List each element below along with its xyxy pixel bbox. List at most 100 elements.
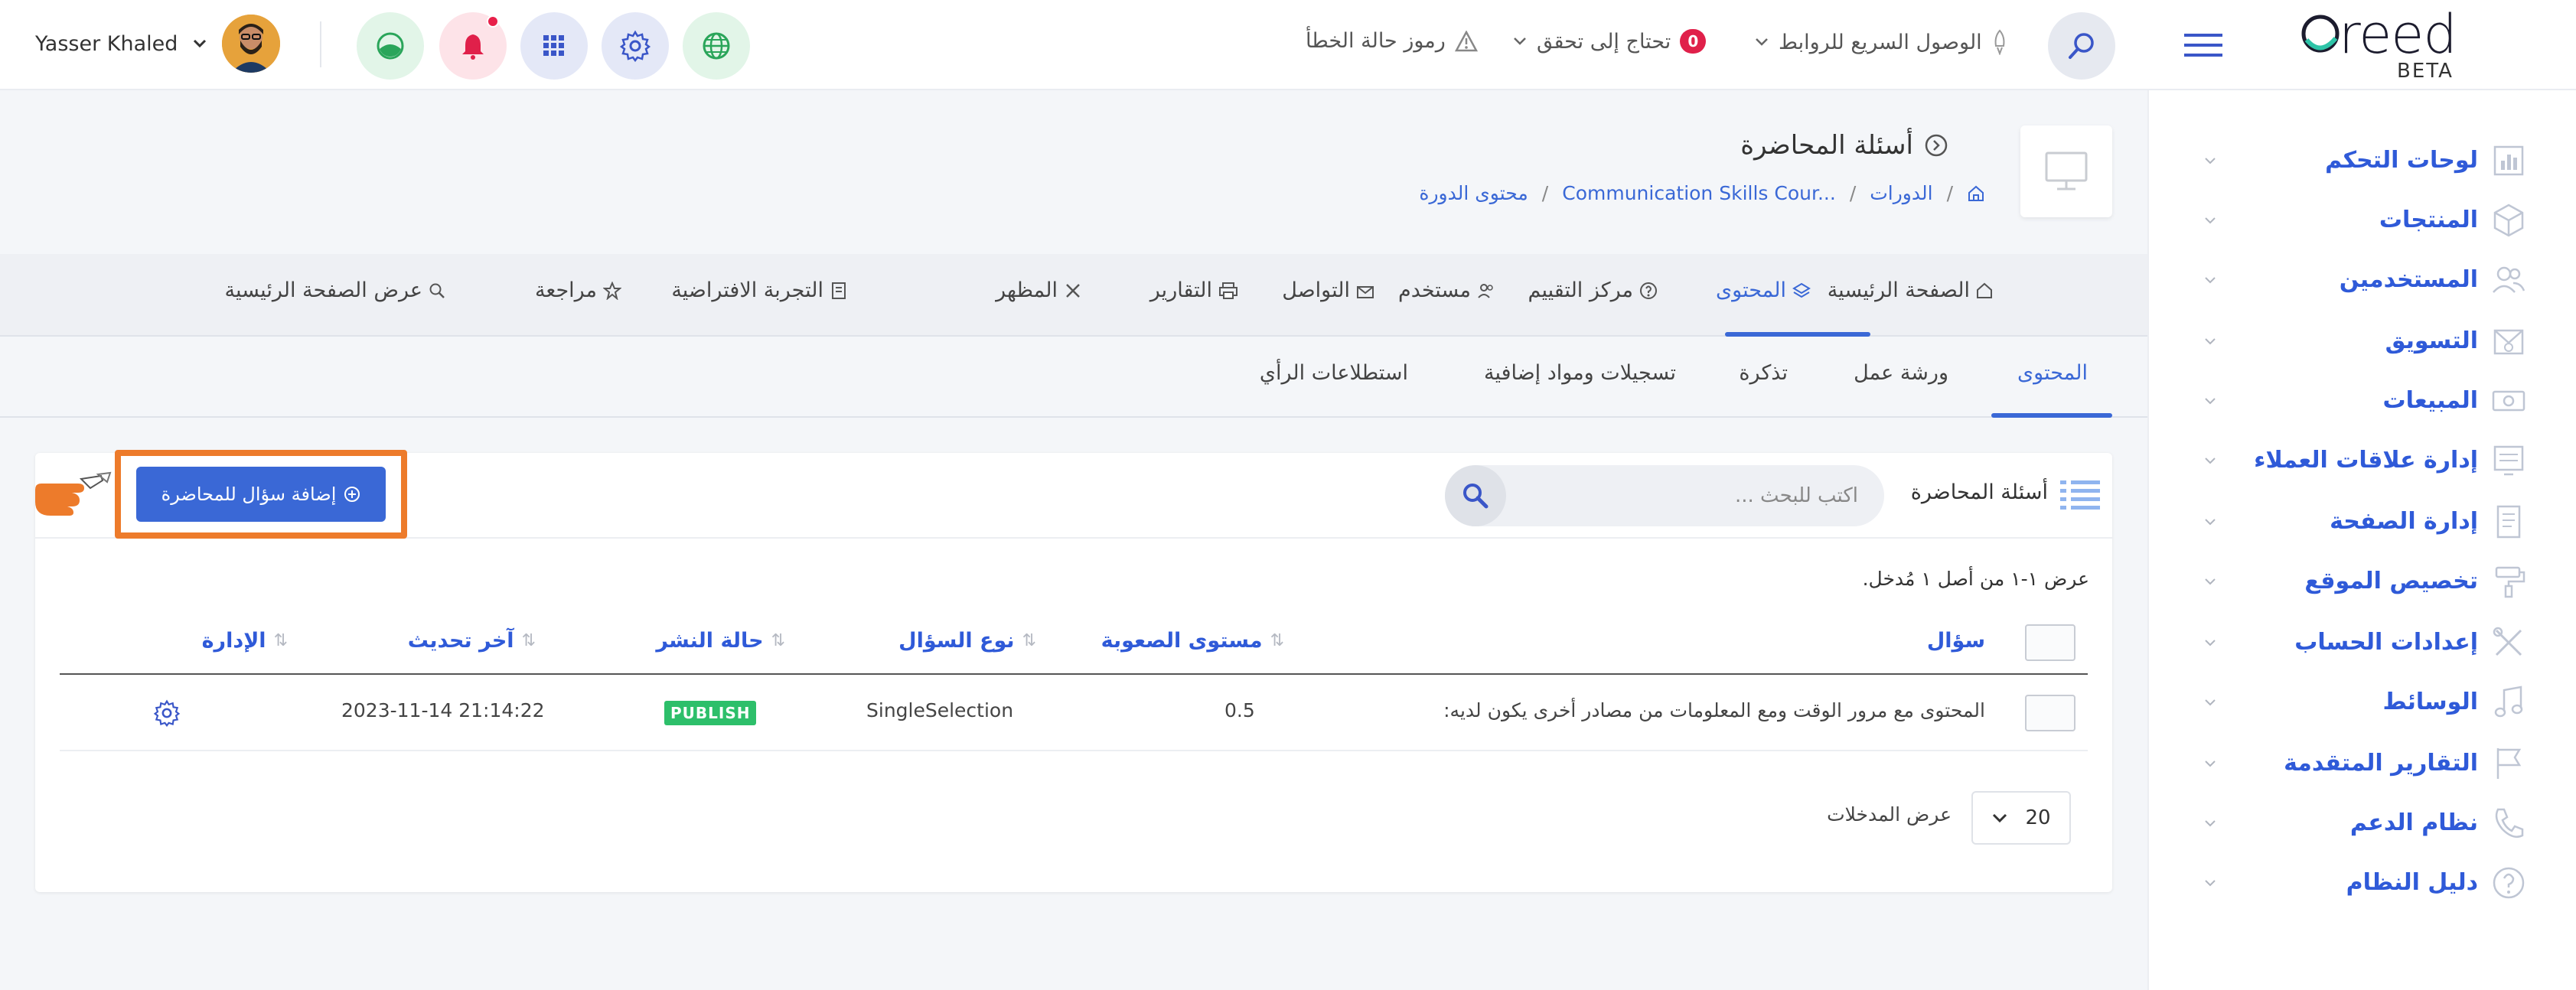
column-header-difficulty[interactable]: ⇅ مستوى الصعوبة xyxy=(1101,629,1284,653)
tab-label: الصفحة الرئيسية xyxy=(1827,278,1970,302)
apps-button[interactable] xyxy=(520,12,588,80)
cell-difficulty: 0.5 xyxy=(1224,699,1255,721)
page-icon xyxy=(2490,503,2527,540)
subtab-ticket[interactable]: تذكرة xyxy=(1739,361,1788,385)
logo-text[interactable]: reed xyxy=(2339,3,2457,66)
chevron-down-icon[interactable] xyxy=(2203,816,2218,831)
chevron-down-icon[interactable] xyxy=(2203,635,2218,650)
language-button[interactable] xyxy=(683,12,750,80)
chevron-down-icon xyxy=(1993,813,2007,823)
chevron-down-icon[interactable] xyxy=(2203,875,2218,891)
sidebar-item[interactable]: نظام الدعم xyxy=(2149,799,2576,848)
sidebar-item[interactable]: تخصيص الموقع xyxy=(2149,557,2576,606)
notification-dot xyxy=(487,15,499,28)
breadcrumb-item[interactable]: محتوى الدورة xyxy=(1419,182,1528,204)
column-header-updated[interactable]: ⇅ آخر تحديث xyxy=(408,629,536,653)
sidebar-item[interactable]: الوسائط xyxy=(2149,678,2576,727)
tab-view-homepage[interactable]: عرض الصفحة الرئيسية xyxy=(224,278,445,302)
chevron-down-icon[interactable] xyxy=(2203,453,2218,468)
tab-reports[interactable]: التقارير xyxy=(1150,278,1238,302)
column-header-question[interactable]: سؤال xyxy=(1927,629,1985,653)
sidebar-item-label: الوسائط xyxy=(2382,689,2478,715)
sidebar-item[interactable]: المستخدمين xyxy=(2149,256,2576,304)
sidebar-item[interactable]: المنتجات xyxy=(2149,196,2576,245)
sidebar-item[interactable]: دليل النظام xyxy=(2149,858,2576,907)
entries-info: عرض ١-١ من أصل ١ مُدخل. xyxy=(1862,568,2089,590)
subtab-workshop[interactable]: ورشة عمل xyxy=(1854,361,1948,385)
column-header-label: سؤال xyxy=(1926,629,1985,653)
sidebar-item[interactable]: التسويق xyxy=(2149,317,2576,366)
chevron-down-icon[interactable] xyxy=(2203,574,2218,589)
row-settings-gear-icon[interactable] xyxy=(153,699,181,727)
grid-icon xyxy=(543,35,564,56)
tab-assessment-center[interactable]: مركز التقييم xyxy=(1528,278,1658,302)
chevron-down-icon[interactable] xyxy=(2203,695,2218,710)
menu-toggle-icon[interactable] xyxy=(2184,32,2222,58)
cell-question[interactable]: المحتوى مع مرور الوقت ومع المعلومات من م… xyxy=(1443,699,1985,721)
tab-label: التقارير xyxy=(1149,278,1212,302)
list-icon xyxy=(2060,479,2100,510)
notifications-button[interactable] xyxy=(439,12,507,80)
select-all-checkbox[interactable] xyxy=(2025,624,2075,661)
home-icon[interactable] xyxy=(1967,184,1985,203)
column-header-label: نوع السؤال xyxy=(898,629,1015,653)
quick-links-link[interactable]: الوصول السريع للروابط xyxy=(1754,29,2008,55)
tools-icon xyxy=(2490,624,2527,661)
tab-review[interactable]: مراجعة xyxy=(535,278,621,302)
tab-virtual-experience[interactable]: التجربة الافتراضية xyxy=(671,278,848,302)
column-header-status[interactable]: ⇅ حالة النشر xyxy=(656,629,785,653)
tab-appearance[interactable]: المظهر xyxy=(996,278,1082,302)
row-checkbox[interactable] xyxy=(2025,695,2075,731)
chevron-down-icon[interactable] xyxy=(2203,393,2218,409)
column-header-manage[interactable]: ⇅ الإدارة xyxy=(202,629,288,653)
global-search-button[interactable] xyxy=(2048,12,2115,80)
sidebar-item[interactable]: إعدادات الحساب xyxy=(2149,618,2576,667)
sidebar-item[interactable]: إدارة علاقات العملاء xyxy=(2149,436,2576,485)
chevron-down-icon[interactable] xyxy=(191,35,208,52)
status-button[interactable] xyxy=(357,12,424,80)
sidebar-item[interactable]: المبيعات xyxy=(2149,376,2576,425)
tab-user[interactable]: مستخدم xyxy=(1398,278,1495,302)
subtab-polls[interactable]: استطلاعات الرأي xyxy=(1260,361,1408,385)
back-arrow-icon[interactable] xyxy=(1924,133,1948,158)
tab-label: المظهر xyxy=(996,278,1058,302)
avatar[interactable] xyxy=(222,15,280,73)
breadcrumb-item[interactable]: Communication Skills Cour... xyxy=(1562,182,1836,204)
add-question-button[interactable]: إضافة سؤال للمحاضرة xyxy=(136,467,386,522)
tab-communication[interactable]: التواصل xyxy=(1282,278,1374,302)
page-icon-box xyxy=(2020,125,2112,217)
breadcrumb-separator: / xyxy=(1541,182,1549,204)
tab-home[interactable]: الصفحة الرئيسية xyxy=(1828,278,1993,302)
subtab-recordings[interactable]: تسجيلات ومواد إضافية xyxy=(1484,361,1676,385)
cash-icon xyxy=(2490,383,2527,419)
chevron-down-icon[interactable] xyxy=(2203,213,2218,228)
per-page-select[interactable]: 20 xyxy=(1971,791,2071,845)
search-button[interactable] xyxy=(1445,465,1506,526)
chevron-down-icon[interactable] xyxy=(2203,153,2218,168)
chevron-down-icon[interactable] xyxy=(2203,334,2218,349)
chevron-down-icon[interactable] xyxy=(2203,514,2218,529)
gear-icon xyxy=(619,30,651,62)
top-bar: Yasser Khaled رموز حالة الخطأ 0 تحتاج إل… xyxy=(0,0,2576,90)
column-header-type[interactable]: ⇅ نوع السؤال xyxy=(898,629,1036,653)
column-header-label: آخر تحديث xyxy=(407,629,514,653)
chevron-down-icon[interactable] xyxy=(2203,272,2218,288)
user-name[interactable]: Yasser Khaled xyxy=(35,32,178,56)
sidebar-item[interactable]: التقارير المتقدمة xyxy=(2149,739,2576,788)
error-codes-label: رموز حالة الخطأ xyxy=(1306,29,1446,53)
settings-button[interactable] xyxy=(602,12,669,80)
needs-check-link[interactable]: 0 تحتاج إلى تحقق xyxy=(1512,29,1707,54)
sidebar-item-label: إعدادات الحساب xyxy=(2294,629,2478,656)
flag-icon xyxy=(2490,745,2527,782)
error-codes-link[interactable]: رموز حالة الخطأ xyxy=(1306,29,1478,53)
sidebar-item[interactable]: إدارة الصفحة xyxy=(2149,497,2576,546)
breadcrumb-item[interactable]: الدورات xyxy=(1870,182,1932,204)
column-header-label: الإدارة xyxy=(201,629,266,653)
chevron-down-icon[interactable] xyxy=(2203,756,2218,771)
tab-content[interactable]: المحتوى xyxy=(1716,278,1811,302)
chevron-down-icon xyxy=(1756,38,1768,46)
sidebar-item[interactable]: لوحات التحكم xyxy=(2149,136,2576,185)
subtab-content[interactable]: المحتوى xyxy=(2017,361,2088,385)
search-icon xyxy=(2069,33,2094,59)
search-input[interactable] xyxy=(1514,476,1858,516)
